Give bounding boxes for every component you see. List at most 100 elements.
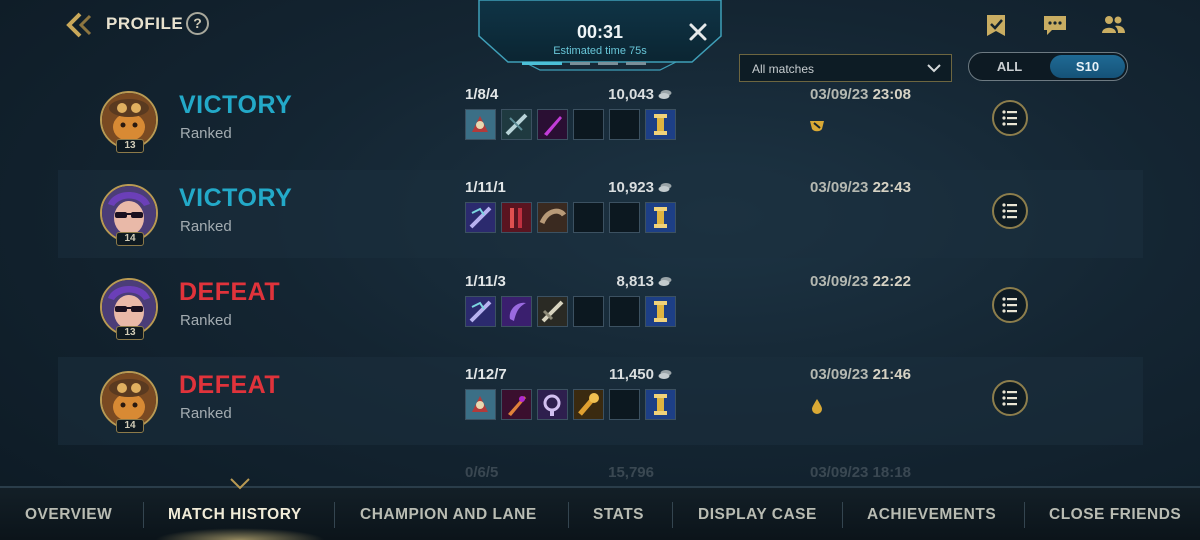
missions-button[interactable]: [983, 12, 1009, 38]
page-title: PROFILE: [106, 14, 184, 33]
match-result: VICTORY: [179, 91, 293, 119]
tab-divider: [334, 502, 335, 528]
back-button[interactable]: [66, 12, 96, 38]
mvp-medal-icon: [810, 121, 824, 132]
match-result: DEFEAT: [179, 278, 281, 306]
match-details-button[interactable]: [992, 100, 1028, 136]
season-option-s10[interactable]: S10: [1050, 55, 1125, 78]
item-icon: [502, 110, 531, 139]
kda-score: 1/11/1: [465, 179, 506, 196]
tab-stats[interactable]: STATS: [593, 488, 644, 540]
tab-display-case[interactable]: DISPLAY CASE: [698, 488, 817, 540]
item-slot[interactable]: [573, 389, 604, 420]
list-icon: [1002, 110, 1017, 126]
drop-medal-icon: [812, 399, 822, 414]
cancel-queue-button[interactable]: [686, 20, 710, 44]
item-slot[interactable]: [645, 109, 676, 140]
item-icon: [466, 110, 495, 139]
item-slot[interactable]: [537, 389, 568, 420]
season-option-all[interactable]: ALL: [969, 53, 1050, 80]
active-tab-indicator: [230, 478, 250, 490]
match-row[interactable]: 13 DEFEAT Ranked 1/11/3 8,813 03/09/23 2…: [58, 264, 1143, 352]
match-date: 03/09/23: [810, 86, 869, 103]
tab-divider: [672, 502, 673, 528]
item-icon: [538, 110, 567, 139]
match-time: 22:22: [872, 273, 911, 290]
item-slot[interactable]: [501, 296, 532, 327]
match-date: 03/09/23: [810, 366, 869, 383]
item-slot[interactable]: [465, 202, 496, 233]
match-row[interactable]: 14 VICTORY Ranked 1/11/1 10,923 03/09/23…: [58, 170, 1143, 258]
champion-level-badge: 14: [116, 419, 144, 433]
match-time: 22:43: [872, 179, 911, 196]
item-slot[interactable]: [501, 389, 532, 420]
tab-champion-and-lane[interactable]: CHAMPION AND LANE: [360, 488, 537, 540]
item-slot[interactable]: [465, 389, 496, 420]
match-datetime: 03/09/23 18:18: [810, 464, 911, 481]
clipboard-check-icon: [987, 15, 1005, 36]
match-details-button[interactable]: [992, 193, 1028, 229]
kda-score: 0/6/5: [465, 464, 499, 481]
help-icon[interactable]: ?: [186, 12, 209, 35]
friends-button[interactable]: [1100, 12, 1126, 38]
match-details-button[interactable]: [992, 380, 1028, 416]
trinket-icon: [646, 110, 675, 139]
match-row[interactable]: 14 DEFEAT Ranked 1/12/7 11,450 03/09/23 …: [58, 357, 1143, 445]
trinket-icon: [646, 297, 675, 326]
item-slot-empty[interactable]: [609, 389, 640, 420]
item-icon: [502, 390, 531, 419]
tab-achievements[interactable]: ACHIEVEMENTS: [867, 488, 996, 540]
item-slot[interactable]: [645, 296, 676, 327]
match-date: 03/09/23: [810, 179, 869, 196]
gold-coins-icon: [658, 183, 672, 192]
match-datetime: 03/09/23 22:43: [810, 179, 911, 196]
match-filter-value: All matches: [752, 62, 815, 76]
item-slot[interactable]: [501, 109, 532, 140]
gold-earned: 10,923: [608, 179, 654, 196]
item-slot[interactable]: [501, 202, 532, 233]
match-result: DEFEAT: [179, 371, 281, 399]
match-time: 23:08: [872, 86, 911, 103]
item-slot-empty[interactable]: [609, 296, 640, 327]
tab-divider: [568, 502, 569, 528]
item-slot[interactable]: [537, 109, 568, 140]
match-row-partial[interactable]: 0/6/5 15,796 03/09/23 18:18: [58, 452, 1143, 484]
gold-earned: 11,450: [608, 366, 654, 383]
gold-coins-icon: [658, 90, 672, 99]
champion-level-badge: 14: [116, 232, 144, 246]
gold-coins-icon: [658, 277, 672, 286]
item-icon: [466, 203, 495, 232]
match-result: VICTORY: [179, 184, 293, 212]
chat-icon: [1044, 16, 1066, 35]
item-slot[interactable]: [465, 296, 496, 327]
list-icon: [1002, 390, 1017, 406]
item-slot-empty[interactable]: [609, 202, 640, 233]
item-slot-empty[interactable]: [573, 202, 604, 233]
chat-button[interactable]: [1042, 12, 1068, 38]
tab-overview[interactable]: OVERVIEW: [25, 488, 112, 540]
kda-score: 1/12/7: [465, 366, 507, 383]
item-slot[interactable]: [645, 202, 676, 233]
item-slot[interactable]: [537, 202, 568, 233]
tab-close-friends[interactable]: CLOSE FRIENDS: [1049, 488, 1181, 540]
match-row[interactable]: 13 VICTORY Ranked 1/8/4 10,043 03/09/23 …: [58, 77, 1143, 165]
queue-type-label: Ranked: [180, 405, 232, 422]
item-slot-empty[interactable]: [573, 109, 604, 140]
champion-level-badge: 13: [116, 139, 144, 153]
item-icon: [574, 390, 603, 419]
item-icon: [538, 297, 567, 326]
back-arrow-icon: [66, 12, 92, 38]
item-icon: [466, 390, 495, 419]
queue-type-label: Ranked: [180, 125, 232, 142]
close-icon: [689, 23, 707, 41]
item-slot[interactable]: [465, 109, 496, 140]
item-slot-empty[interactable]: [609, 109, 640, 140]
queue-type-label: Ranked: [180, 312, 232, 329]
match-details-button[interactable]: [992, 287, 1028, 323]
match-time: 21:46: [872, 366, 911, 383]
queue-estimated-time: Estimated time 75s: [553, 45, 647, 57]
item-icon: [538, 390, 567, 419]
item-slot[interactable]: [645, 389, 676, 420]
item-slot-empty[interactable]: [573, 296, 604, 327]
item-slot[interactable]: [537, 296, 568, 327]
